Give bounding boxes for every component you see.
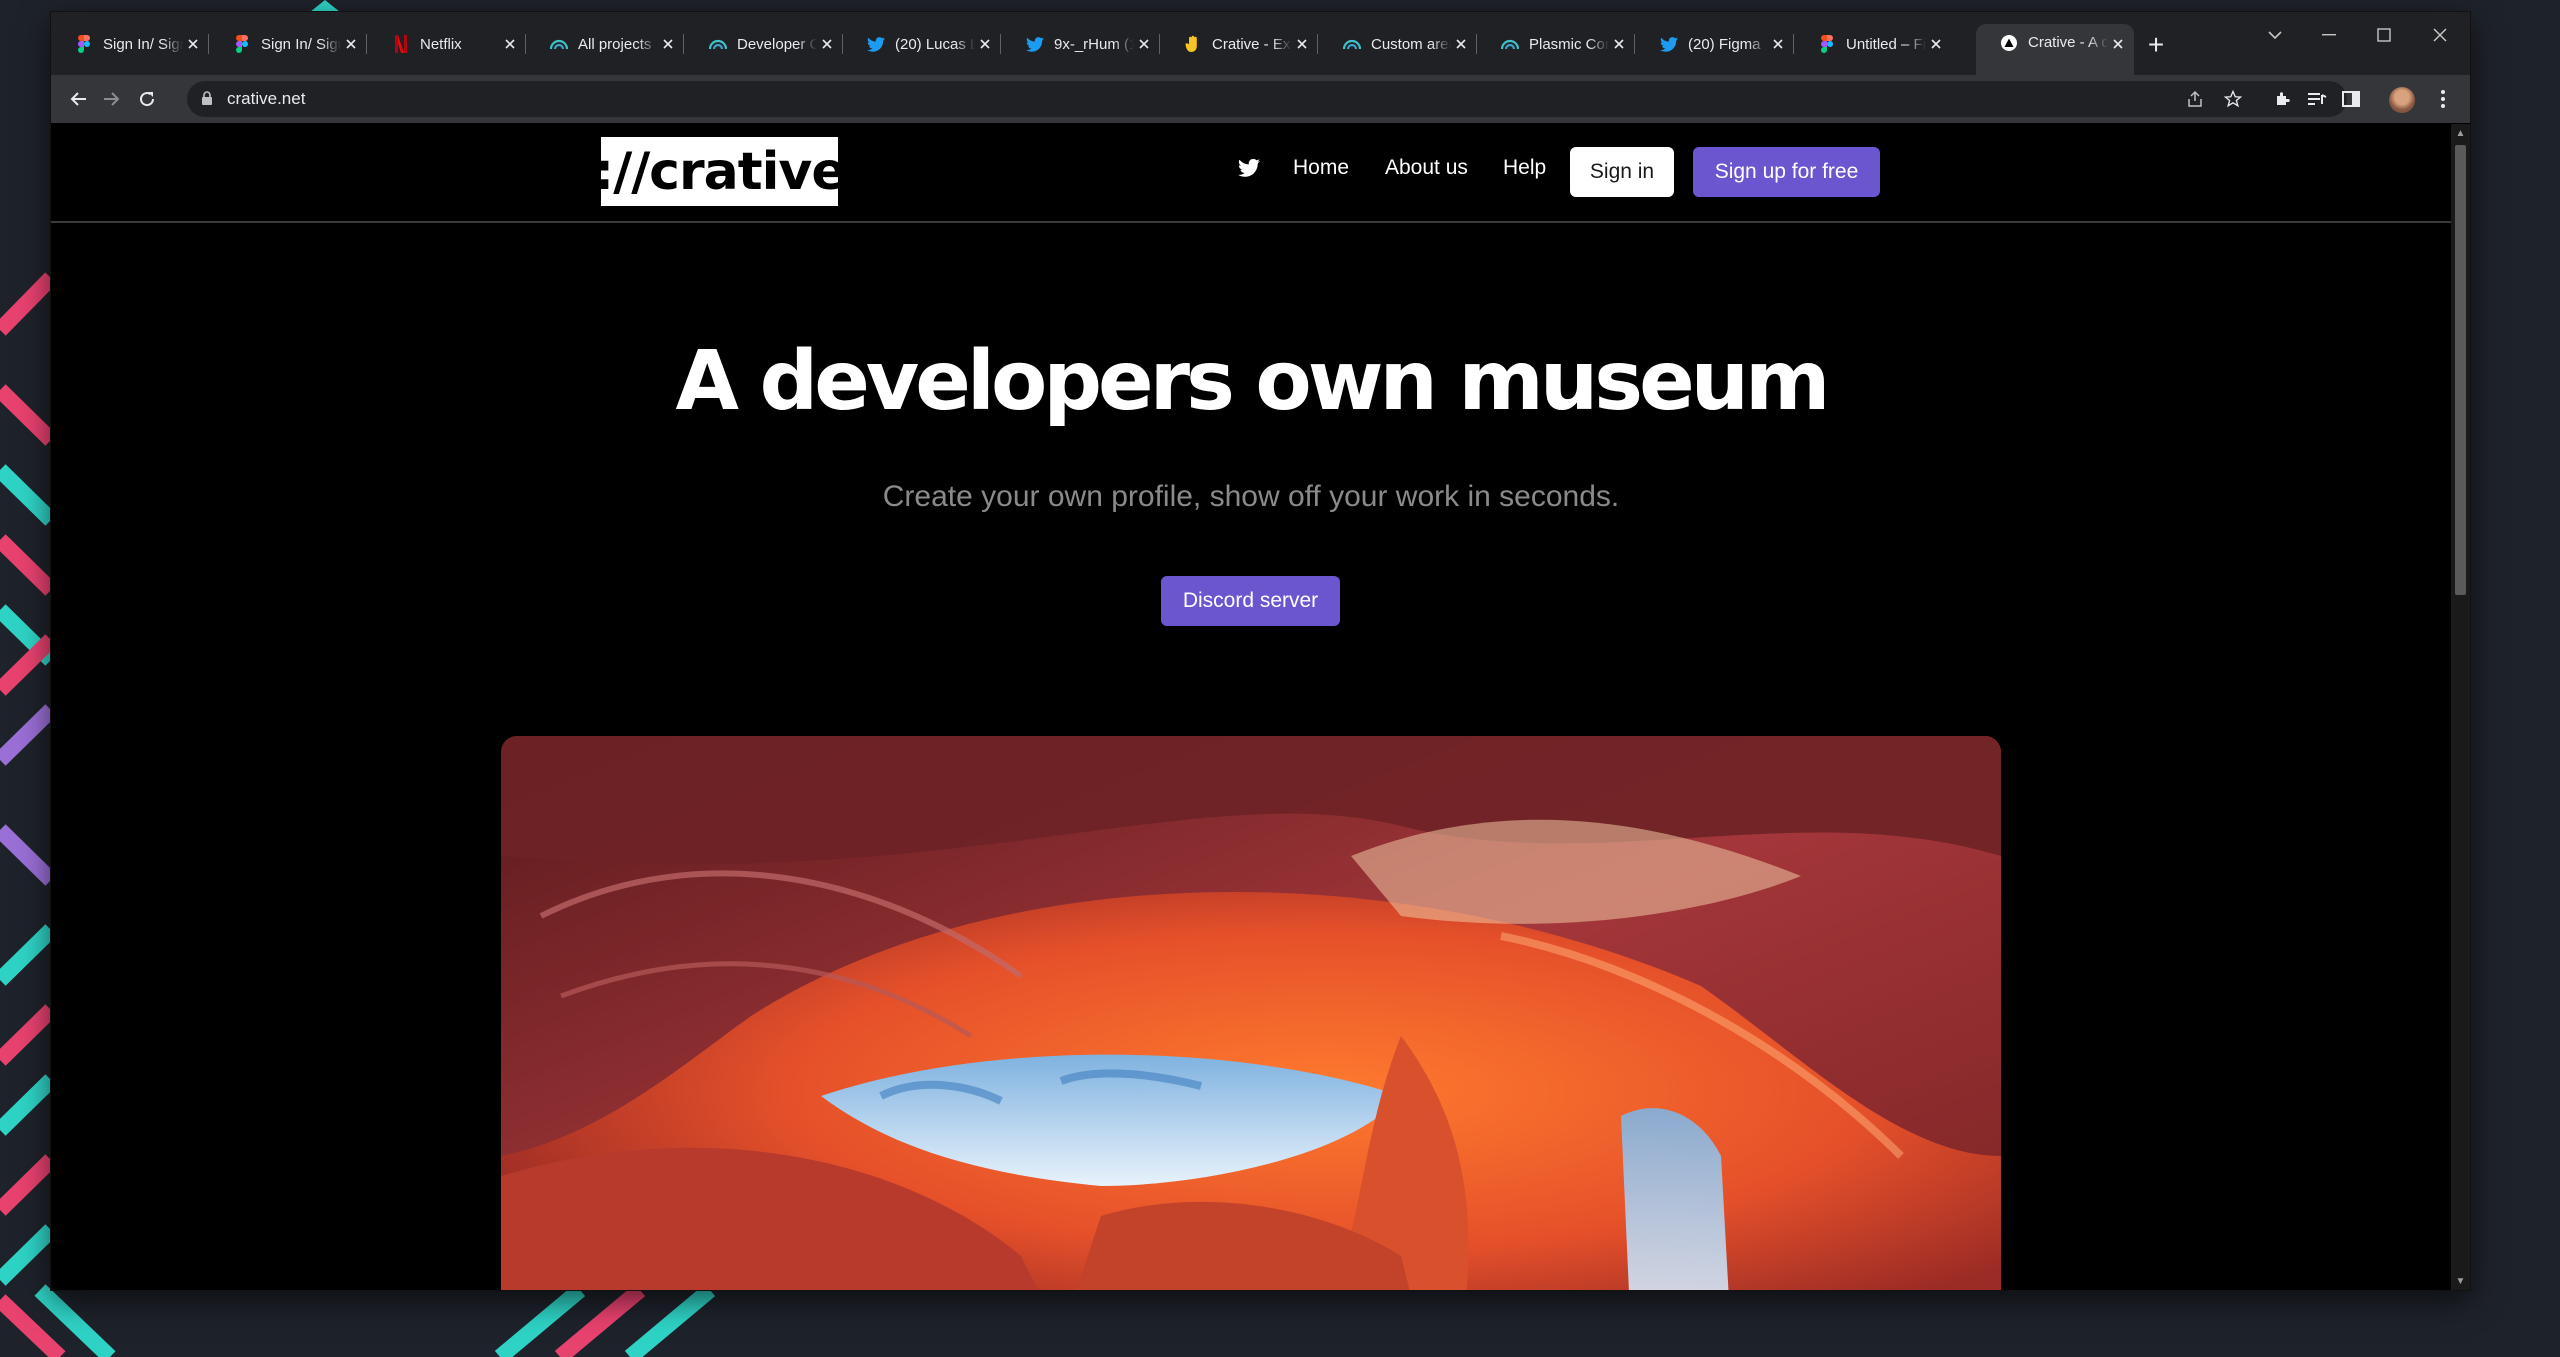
address-bar[interactable]: crative.net [187, 81, 2347, 117]
discord-server-button[interactable]: Discord server [1161, 576, 1340, 626]
tab-active[interactable]: Crative - A d [1976, 24, 2134, 75]
site-header: ://crative Home About us Help Sign in Si… [51, 124, 2451, 223]
triangle-icon [2000, 34, 2018, 52]
tab-title: Sign In/ Sign Up [103, 35, 183, 53]
forward-icon[interactable] [96, 83, 128, 115]
profile-avatar[interactable] [2389, 87, 2415, 113]
site-logo[interactable]: ://crative [593, 137, 847, 206]
tab-separator [366, 34, 367, 54]
tab-close-icon[interactable] [500, 34, 520, 54]
tab-close-icon[interactable] [1926, 34, 1946, 54]
page-viewport: ://crative Home About us Help Sign in Si… [51, 124, 2451, 1290]
nav-help-link[interactable]: Help [1503, 156, 1546, 180]
hero-canyon-image [501, 736, 2001, 1290]
scroll-up-arrow-icon[interactable]: ▲ [2451, 124, 2470, 142]
reload-icon[interactable] [131, 83, 163, 115]
tab-title: (20) Figma [1688, 35, 1761, 53]
sign-up-button[interactable]: Sign up for free [1693, 147, 1880, 197]
tab-search-icon[interactable] [2255, 20, 2295, 50]
twitter-icon [1660, 35, 1678, 53]
tab-title: Crative - A d [2028, 34, 2108, 51]
media-queue-icon[interactable] [2301, 83, 2333, 115]
plasmic-icon [709, 35, 727, 53]
share-icon[interactable] [2179, 83, 2211, 115]
bookmark-star-icon[interactable] [2217, 83, 2249, 115]
lock-icon[interactable] [201, 91, 215, 107]
browser-tab[interactable]: Sign In/ Sign Up [209, 24, 367, 64]
browser-tab[interactable]: (20) Figma [1636, 24, 1794, 64]
side-panel-icon[interactable] [2335, 83, 2367, 115]
url-text: crative.net [227, 89, 306, 108]
tab-close-icon[interactable] [1292, 34, 1312, 54]
browser-tab[interactable]: Developer Console [685, 24, 843, 64]
tab-strip: Sign In/ Sign Up Sign In/ Sign Up Netflix A… [51, 12, 2470, 75]
tab-separator [1634, 34, 1635, 54]
tab-close-icon[interactable] [975, 34, 995, 54]
page-scrollbar[interactable]: ▲ ▼ [2451, 124, 2470, 1290]
browser-tab[interactable]: Custom area [1319, 24, 1477, 64]
browser-toolbar: crative.net [51, 75, 2470, 124]
tab-title: Custom area [1371, 35, 1451, 53]
hero-subtitle: Create your own profile, show off your w… [882, 480, 1620, 513]
browser-window: Sign In/ Sign Up Sign In/ Sign Up Netflix A… [51, 12, 2470, 1290]
tab-separator [683, 34, 684, 54]
plasmic-icon [550, 35, 568, 53]
new-tab-button[interactable]: + [2141, 29, 2171, 60]
twitter-icon [1026, 35, 1044, 53]
close-window-icon[interactable] [2420, 20, 2460, 50]
browser-tab[interactable]: Sign In/ Sign Up [51, 24, 209, 64]
tab-title: Netflix [420, 35, 462, 53]
tab-separator [1000, 34, 1001, 54]
tab-title: 9x-_rHum (1) [1054, 35, 1134, 53]
minimize-icon[interactable] [2309, 20, 2349, 50]
tab-close-icon[interactable] [2108, 34, 2128, 54]
browser-tab[interactable]: 9x-_rHum (1) [1002, 24, 1160, 64]
scrollbar-thumb[interactable] [2455, 145, 2466, 595]
tab-title: Plasmic Con [1529, 35, 1609, 53]
tab-close-icon[interactable] [1609, 34, 1629, 54]
netflix-icon [392, 35, 410, 53]
extensions-icon[interactable] [2267, 83, 2299, 115]
tab-title: (20) Lucas Li [895, 35, 975, 53]
twitter-icon[interactable] [1238, 158, 1260, 178]
browser-tab[interactable]: Plasmic Con [1477, 24, 1635, 64]
tab-close-icon[interactable] [1451, 34, 1471, 54]
browser-tab[interactable]: Netflix [368, 24, 526, 64]
tab-title: All projects [578, 35, 652, 53]
back-icon[interactable] [62, 83, 94, 115]
browser-tab[interactable]: All projects [526, 24, 684, 64]
tab-title: Developer Console [737, 35, 817, 53]
tab-close-icon[interactable] [1134, 34, 1154, 54]
tab-title: Sign In/ Sign Up [261, 35, 341, 53]
plasmic-icon [1501, 35, 1519, 53]
menu-kebab-icon[interactable] [2427, 83, 2459, 115]
tab-close-icon[interactable] [341, 34, 361, 54]
browser-tab[interactable]: Untitled – Fi [1794, 24, 1952, 64]
tab-title: Untitled – Fi [1846, 35, 1926, 53]
tab-close-icon[interactable] [183, 34, 203, 54]
tab-title: Crative - Ext [1212, 35, 1292, 53]
scroll-down-arrow-icon[interactable]: ▼ [2451, 1272, 2470, 1290]
maximize-icon[interactable] [2364, 20, 2404, 50]
nav-about-link[interactable]: About us [1385, 156, 1468, 180]
hand-icon [1184, 35, 1202, 53]
tab-separator [1317, 34, 1318, 54]
tab-close-icon[interactable] [1768, 34, 1788, 54]
tab-close-icon[interactable] [658, 34, 678, 54]
figma-icon [75, 35, 93, 53]
figma-icon [1818, 35, 1836, 53]
figma-icon [233, 35, 251, 53]
sign-in-button[interactable]: Sign in [1570, 147, 1674, 197]
plasmic-icon [1343, 35, 1361, 53]
twitter-icon [867, 35, 885, 53]
nav-home-link[interactable]: Home [1293, 156, 1349, 180]
tab-close-icon[interactable] [817, 34, 837, 54]
hero-title: A developers own museum [675, 334, 1830, 429]
browser-tab[interactable]: Crative - Ext [1160, 24, 1318, 64]
browser-tab[interactable]: (20) Lucas Li [843, 24, 1001, 64]
